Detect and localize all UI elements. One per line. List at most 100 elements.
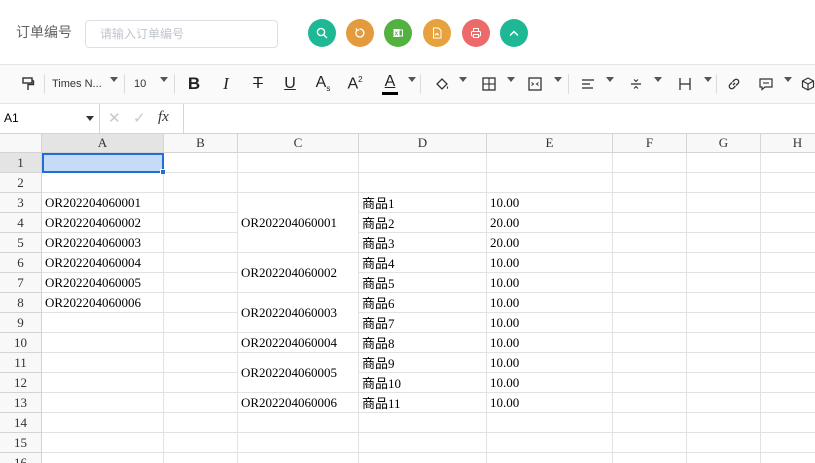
row-header-14[interactable]: 14 bbox=[0, 413, 42, 433]
merged-cell-c6[interactable]: OR202204060002 bbox=[238, 253, 359, 293]
format-painter-button[interactable] bbox=[16, 65, 40, 103]
cell-g6[interactable] bbox=[687, 253, 761, 273]
cell-d2[interactable] bbox=[359, 173, 487, 193]
cell-c1[interactable] bbox=[238, 153, 359, 173]
cell-d4[interactable]: 商品2 bbox=[359, 213, 487, 233]
cell-e8[interactable]: 10.00 bbox=[487, 293, 613, 313]
cell-b15[interactable] bbox=[164, 433, 238, 453]
cell-b10[interactable] bbox=[164, 333, 238, 353]
merged-cell-c11[interactable]: OR202204060005 bbox=[238, 353, 359, 393]
cell-h4[interactable] bbox=[761, 213, 815, 233]
cell-d1[interactable] bbox=[359, 153, 487, 173]
cell-e3[interactable]: 10.00 bbox=[487, 193, 613, 213]
cell-e16[interactable] bbox=[487, 453, 613, 463]
cell-e6[interactable]: 10.00 bbox=[487, 253, 613, 273]
spreadsheet-grid[interactable]: A B C D E F G H 1 2 3 4 5 6 7 8 9 10 11 12 13 14 15 16 OR2022040… bbox=[0, 134, 815, 463]
cell-d13[interactable]: 商品11 bbox=[359, 393, 487, 413]
italic-button[interactable]: I bbox=[213, 65, 239, 103]
cell-e1[interactable] bbox=[487, 153, 613, 173]
cell-f3[interactable] bbox=[613, 193, 687, 213]
text-wrap-button[interactable] bbox=[672, 65, 698, 103]
cell-h11[interactable] bbox=[761, 353, 815, 373]
column-header-b[interactable]: B bbox=[164, 134, 238, 153]
cell-b1[interactable] bbox=[164, 153, 238, 173]
column-header-h[interactable]: H bbox=[761, 134, 815, 153]
cell-f9[interactable] bbox=[613, 313, 687, 333]
cell-g2[interactable] bbox=[687, 173, 761, 193]
cell-f4[interactable] bbox=[613, 213, 687, 233]
cell-f13[interactable] bbox=[613, 393, 687, 413]
cell-a8[interactable]: OR202204060006 bbox=[42, 293, 164, 313]
cell-f6[interactable] bbox=[613, 253, 687, 273]
cell-f16[interactable] bbox=[613, 453, 687, 463]
cell-d15[interactable] bbox=[359, 433, 487, 453]
strikethrough-button[interactable]: T bbox=[245, 65, 271, 103]
cell-d5[interactable]: 商品3 bbox=[359, 233, 487, 253]
cell-h10[interactable] bbox=[761, 333, 815, 353]
bold-button[interactable]: B bbox=[181, 65, 207, 103]
merged-cell-c13[interactable]: OR202204060006 bbox=[238, 393, 359, 413]
column-header-g[interactable]: G bbox=[687, 134, 761, 153]
cell-d14[interactable] bbox=[359, 413, 487, 433]
cell-g10[interactable] bbox=[687, 333, 761, 353]
cell-g5[interactable] bbox=[687, 233, 761, 253]
row-header-7[interactable]: 7 bbox=[0, 273, 42, 293]
cell-h8[interactable] bbox=[761, 293, 815, 313]
cell-h1[interactable] bbox=[761, 153, 815, 173]
row-header-9[interactable]: 9 bbox=[0, 313, 42, 333]
underline-button[interactable]: U bbox=[277, 65, 303, 103]
cell-f14[interactable] bbox=[613, 413, 687, 433]
print-button[interactable] bbox=[462, 19, 490, 47]
fx-icon[interactable]: fx bbox=[158, 109, 169, 126]
row-header-1[interactable]: 1 bbox=[0, 153, 42, 173]
cell-g12[interactable] bbox=[687, 373, 761, 393]
select-all-corner[interactable] bbox=[0, 134, 42, 153]
cell-g15[interactable] bbox=[687, 433, 761, 453]
cell-d11[interactable]: 商品9 bbox=[359, 353, 487, 373]
cell-g8[interactable] bbox=[687, 293, 761, 313]
merge-cells-button[interactable] bbox=[522, 65, 548, 103]
cell-f10[interactable] bbox=[613, 333, 687, 353]
cell-h7[interactable] bbox=[761, 273, 815, 293]
cell-b13[interactable] bbox=[164, 393, 238, 413]
border-button[interactable] bbox=[476, 65, 502, 103]
cell-h14[interactable] bbox=[761, 413, 815, 433]
cell-a9[interactable] bbox=[42, 313, 164, 333]
cell-d12[interactable]: 商品10 bbox=[359, 373, 487, 393]
column-header-a[interactable]: A bbox=[42, 134, 164, 153]
more-tools-button[interactable] bbox=[798, 65, 815, 103]
row-header-5[interactable]: 5 bbox=[0, 233, 42, 253]
cell-a6[interactable]: OR202204060004 bbox=[42, 253, 164, 273]
cell-a13[interactable] bbox=[42, 393, 164, 413]
cell-e5[interactable]: 20.00 bbox=[487, 233, 613, 253]
cell-b6[interactable] bbox=[164, 253, 238, 273]
order-number-input[interactable] bbox=[85, 20, 278, 48]
cell-h9[interactable] bbox=[761, 313, 815, 333]
font-size-select[interactable]: 10 bbox=[128, 65, 158, 103]
row-header-13[interactable]: 13 bbox=[0, 393, 42, 413]
row-header-15[interactable]: 15 bbox=[0, 433, 42, 453]
subscript-button[interactable]: As bbox=[309, 65, 337, 103]
export-pdf-button[interactable] bbox=[423, 19, 451, 47]
reset-button[interactable] bbox=[346, 19, 374, 47]
cell-g16[interactable] bbox=[687, 453, 761, 463]
cell-f2[interactable] bbox=[613, 173, 687, 193]
cell-f1[interactable] bbox=[613, 153, 687, 173]
merged-cell-c8[interactable]: OR202204060003 bbox=[238, 293, 359, 333]
selected-cell-a1[interactable] bbox=[42, 153, 164, 173]
cell-f7[interactable] bbox=[613, 273, 687, 293]
cell-d9[interactable]: 商品7 bbox=[359, 313, 487, 333]
row-header-4[interactable]: 4 bbox=[0, 213, 42, 233]
cell-reference-box[interactable]: A1 bbox=[0, 104, 100, 133]
cell-e15[interactable] bbox=[487, 433, 613, 453]
column-header-d[interactable]: D bbox=[359, 134, 487, 153]
cell-e7[interactable]: 10.00 bbox=[487, 273, 613, 293]
cell-b4[interactable] bbox=[164, 213, 238, 233]
column-header-f[interactable]: F bbox=[613, 134, 687, 153]
cell-e10[interactable]: 10.00 bbox=[487, 333, 613, 353]
cell-d16[interactable] bbox=[359, 453, 487, 463]
cell-f15[interactable] bbox=[613, 433, 687, 453]
cell-b5[interactable] bbox=[164, 233, 238, 253]
cell-c14[interactable] bbox=[238, 413, 359, 433]
font-color-button[interactable]: A bbox=[377, 65, 403, 103]
